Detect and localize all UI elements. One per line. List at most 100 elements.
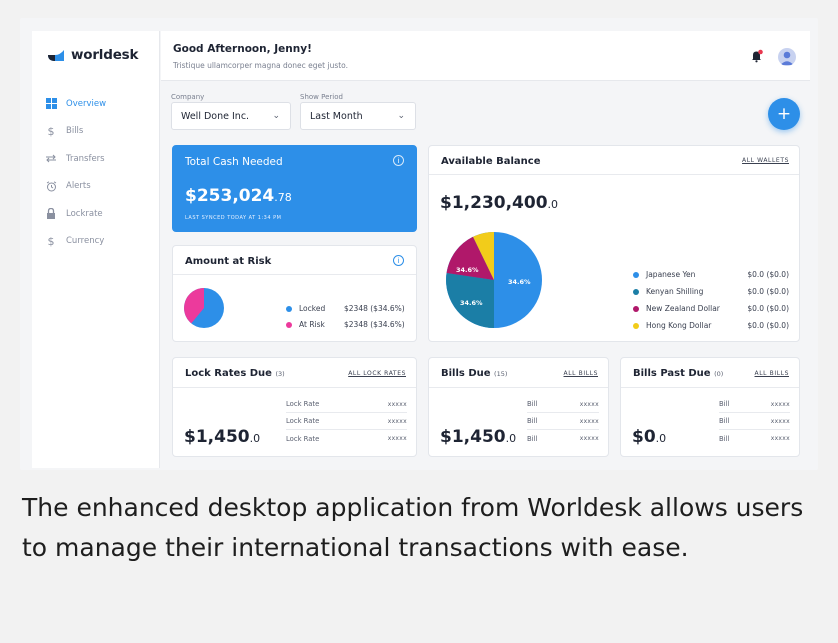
divider <box>429 387 608 388</box>
dollar-icon: $ <box>47 124 55 138</box>
bills-due-card: Bills Due (15) ALL BILLS $1,450.0 Bill xx… <box>428 357 609 457</box>
notifications-bell-icon[interactable] <box>750 48 764 67</box>
row-value: xxxxx <box>387 400 407 408</box>
list-item[interactable]: Lock Rate xxxxx <box>286 396 407 413</box>
amount-cents: .0 <box>249 432 261 445</box>
sidebar-item-label: Alerts <box>66 181 91 192</box>
legend-dot <box>286 321 292 328</box>
sidebar-item-currency[interactable]: $ Currency <box>44 228 106 256</box>
row-label: Bill <box>527 417 538 425</box>
legend-dot <box>633 322 639 329</box>
dollar-icon: $ <box>47 234 55 248</box>
amount-main: $1,230,400 <box>440 193 548 213</box>
total-cash-title: Total Cash Needed <box>185 156 283 168</box>
sidebar-nav: Overview $ Bills Transfers Alerts Lockra… <box>44 90 106 255</box>
sidebar-item-lockrate[interactable]: Lockrate <box>44 200 106 228</box>
list-item[interactable]: Bill xxxxx <box>527 413 599 430</box>
legend-value: $0.0 ($0.0) <box>747 321 789 330</box>
total-cash-amount: $253,024.78 <box>185 186 292 206</box>
sidebar-item-bills[interactable]: $ Bills <box>44 118 106 146</box>
sidebar-item-alerts[interactable]: Alerts <box>44 173 106 201</box>
period-label: Show Period <box>300 93 343 101</box>
row-value: xxxxx <box>770 400 790 408</box>
legend-item-at-risk: At Risk <box>286 320 325 329</box>
list-item[interactable]: Lock Rate xxxxx <box>286 413 407 430</box>
pie-label: 34.6% <box>456 266 479 274</box>
available-balance-card: Available Balance ALL WALLETS $1,230,400… <box>428 145 800 342</box>
list-item[interactable]: Lock Rate xxxxx <box>286 430 407 447</box>
all-bills-link[interactable]: ALL BILLS <box>755 370 789 377</box>
amount-cents: .78 <box>274 191 292 204</box>
legend-item-kenyan-shilling: Kenyan Shilling <box>633 287 703 296</box>
count-badge: (0) <box>714 370 724 378</box>
amount-at-risk-card: Amount at Risk i Locked $2348 ($34.6%) A… <box>172 245 417 342</box>
add-button[interactable]: + <box>768 98 800 130</box>
legend-item-locked: Locked <box>286 304 325 313</box>
row-value: xxxxx <box>770 435 790 442</box>
company-label: Company <box>171 93 205 101</box>
info-icon[interactable]: i <box>393 155 404 166</box>
period-select[interactable]: Last Month ⌄ <box>300 102 416 130</box>
total-cash-card[interactable]: Total Cash Needed i $253,024.78 LAST SYN… <box>172 145 417 232</box>
legend-value: $0.0 ($0.0) <box>747 304 789 313</box>
amount-cents: .0 <box>547 198 559 211</box>
divider <box>621 387 799 388</box>
legend-item-new-zealand-dollar: New Zealand Dollar <box>633 304 720 313</box>
company-select-value: Well Done Inc. <box>181 110 250 122</box>
sidebar-item-transfers[interactable]: Transfers <box>44 145 106 173</box>
legend-value: $0.0 ($0.0) <box>747 270 789 279</box>
divider <box>173 387 416 388</box>
bills-past-due-title: Bills Past Due (0) <box>633 368 723 379</box>
amount-main: $1,450 <box>440 427 506 447</box>
user-avatar[interactable] <box>778 48 796 66</box>
sidebar-item-label: Currency <box>66 236 105 247</box>
chevron-down-icon: ⌄ <box>272 111 280 121</box>
legend-dot <box>633 271 639 278</box>
row-value: xxxxx <box>387 417 407 425</box>
legend-label: Hong Kong Dollar <box>646 321 712 330</box>
top-header: Good Afternoon, Jenny! Tristique ullamco… <box>161 31 810 81</box>
greeting-title: Good Afternoon, Jenny! <box>173 43 312 55</box>
legend-item-japanese-yen: Japanese Yen <box>633 270 695 279</box>
count-badge: (3) <box>275 370 285 378</box>
list-item[interactable]: Bill xxxxx <box>719 396 790 413</box>
app-name: worldesk <box>71 47 138 63</box>
all-lock-rates-link[interactable]: ALL LOCK RATES <box>348 370 406 377</box>
image-caption: The enhanced desktop application from Wo… <box>22 493 804 562</box>
alarm-clock-icon <box>44 181 58 192</box>
lock-rates-due-card: Lock Rates Due (3) ALL LOCK RATES $1,450… <box>172 357 417 457</box>
count-badge: (15) <box>494 370 508 378</box>
sidebar-item-overview[interactable]: Overview <box>44 90 106 118</box>
worldesk-logo-icon <box>48 50 64 61</box>
info-icon[interactable]: i <box>393 255 404 266</box>
risk-pie-chart <box>184 288 224 328</box>
grid-icon <box>44 98 58 110</box>
row-label: Lock Rate <box>286 434 320 443</box>
list-item[interactable]: Bill xxxxx <box>527 430 599 447</box>
sidebar-item-label: Transfers <box>66 153 105 164</box>
list-item[interactable]: Bill xxxxx <box>719 430 790 447</box>
balance-pie-chart: 34.6% 34.6% 34.6% <box>446 232 542 328</box>
company-select[interactable]: Well Done Inc. ⌄ <box>171 102 291 130</box>
sidebar-item-label: Overview <box>66 98 107 109</box>
list-item[interactable]: Bill xxxxx <box>719 413 790 430</box>
pie-label: 34.6% <box>508 278 531 286</box>
row-label: Bill <box>527 400 538 408</box>
all-bills-link[interactable]: ALL BILLS <box>564 370 598 377</box>
app-logo[interactable]: worldesk <box>46 47 138 63</box>
legend-value: $0.0 ($0.0) <box>747 287 789 296</box>
legend-label: At Risk <box>299 320 325 329</box>
legend-dot <box>633 305 639 312</box>
lock-rates-list: Lock Rate xxxxx Lock Rate xxxxx Lock Rate x… <box>286 396 407 447</box>
row-value: xxxxx <box>770 417 790 425</box>
all-wallets-link[interactable]: ALL WALLETS <box>742 157 789 164</box>
row-value: xxxxx <box>579 400 599 408</box>
list-item[interactable]: Bill xxxxx <box>527 396 599 413</box>
card-title-text: Bills Past Due <box>633 368 711 379</box>
legend-label: Japanese Yen <box>646 270 696 279</box>
lock-rates-amount: $1,450.0 <box>184 427 260 447</box>
sidebar-item-label: Bills <box>66 126 84 137</box>
legend-label: Locked <box>299 304 326 313</box>
amount-cents: .0 <box>655 432 667 445</box>
sidebar-item-label: Lockrate <box>66 208 103 219</box>
